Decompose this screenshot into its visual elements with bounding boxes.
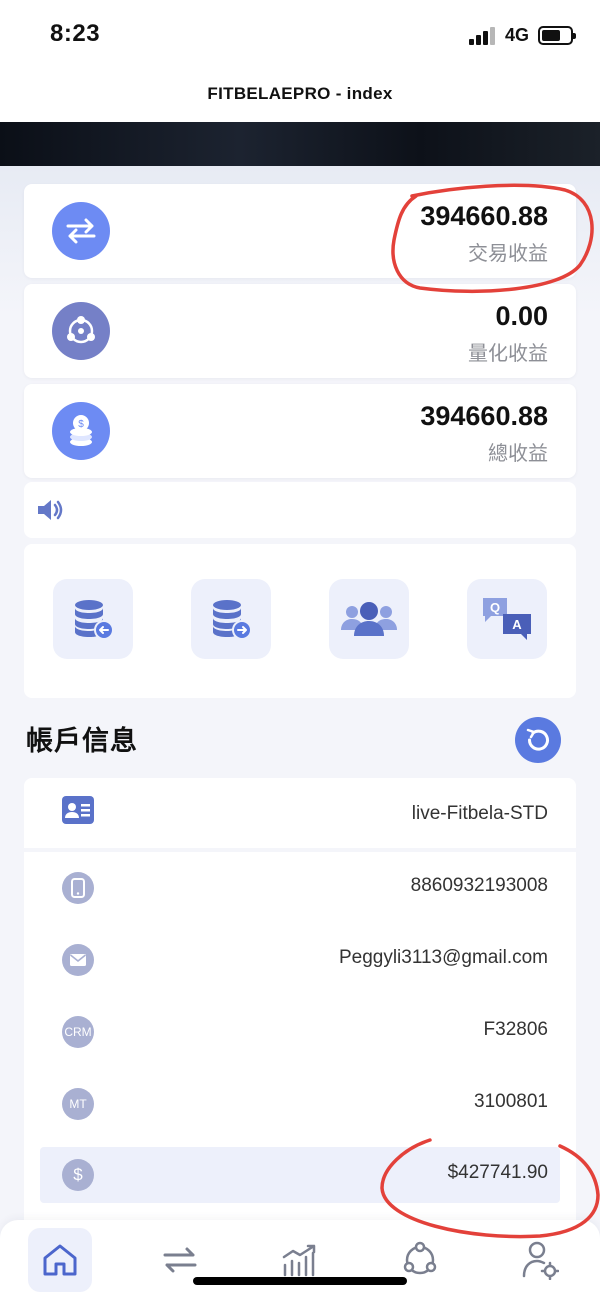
mt-icon: MT <box>62 1088 94 1120</box>
trade-profit-card[interactable]: 394660.88 交易收益 <box>24 184 576 278</box>
svg-text:Q: Q <box>490 600 500 615</box>
crm-row: CRM F32806 <box>40 1004 560 1060</box>
total-profit-card[interactable]: $ 394660.88 總收益 <box>24 384 576 478</box>
tab-home[interactable] <box>28 1228 92 1292</box>
status-bar: 8:23 4G <box>0 0 600 72</box>
dollar-icon: $ <box>62 1159 94 1191</box>
tab-profile[interactable] <box>508 1228 572 1292</box>
trade-profit-value: 394660.88 <box>420 201 548 231</box>
refresh-icon <box>526 728 549 751</box>
battery-icon <box>538 26 576 45</box>
phone-icon <box>62 872 94 904</box>
quant-icon <box>403 1241 437 1275</box>
mt-value: 3100801 <box>474 1091 548 1112</box>
bottom-tab-bar <box>0 1220 600 1299</box>
svg-text:A: A <box>512 617 522 632</box>
withdraw-button[interactable] <box>191 579 271 659</box>
email-row: Peggyli3113@gmail.com <box>40 932 560 988</box>
mt-row: MT 3100801 <box>40 1076 560 1132</box>
deposit-button[interactable] <box>53 579 133 659</box>
speaker-icon <box>38 500 63 520</box>
qa-icon: QA <box>483 598 531 640</box>
balance-value: $427741.90 <box>447 1162 548 1183</box>
quant-profit-card[interactable]: 0.00 量化收益 <box>24 284 576 378</box>
crm-value: F32806 <box>483 1019 548 1040</box>
swap-arrows-icon <box>52 202 110 260</box>
mail-icon <box>62 944 94 976</box>
market-chart-icon <box>282 1244 316 1277</box>
page-header: FITBELAEPRO - index <box>0 72 600 122</box>
email-value: Peggyli3113@gmail.com <box>338 947 548 968</box>
quant-profit-value: 0.00 <box>495 301 548 331</box>
team-button[interactable] <box>329 579 409 659</box>
phone-value: 8860932193008 <box>410 875 548 896</box>
trade-icon <box>163 1247 197 1273</box>
quick-actions: QA <box>24 544 576 698</box>
trade-profit-label: 交易收益 <box>468 241 548 265</box>
team-icon <box>341 602 397 636</box>
faq-button[interactable]: QA <box>467 579 547 659</box>
balance-row: $ $427741.90 <box>40 1147 560 1203</box>
withdraw-icon <box>213 600 252 640</box>
deposit-icon <box>75 600 114 640</box>
svg-text:$: $ <box>78 419 84 430</box>
crm-icon: CRM <box>62 1016 94 1048</box>
account-info-title: 帳戶信息 <box>26 726 138 757</box>
user-settings-icon <box>522 1241 559 1280</box>
account-info-list: 8860932193008 Peggyli3113@gmail.com CRM … <box>24 852 576 1232</box>
home-icon <box>43 1244 77 1276</box>
page-title: FITBELAEPRO - index <box>207 84 393 103</box>
account-type-value: live-Fitbela-STD <box>411 803 548 824</box>
quant-profit-label: 量化收益 <box>468 341 548 365</box>
coin-stack-icon: $ <box>52 402 110 460</box>
signal-icon <box>469 27 497 45</box>
announcement-bar[interactable] <box>24 482 576 538</box>
id-card-icon <box>62 796 94 824</box>
total-profit-value: 394660.88 <box>420 401 548 431</box>
refresh-button[interactable] <box>515 717 561 763</box>
banner-image <box>0 122 600 166</box>
network-nodes-icon <box>52 302 110 360</box>
account-type-row: live-Fitbela-STD <box>24 778 576 848</box>
phone-row: 8860932193008 <box>40 860 560 916</box>
status-time: 8:23 <box>50 20 101 47</box>
home-indicator <box>193 1277 407 1285</box>
network-type: 4G <box>505 25 530 45</box>
total-profit-label: 總收益 <box>488 441 548 465</box>
